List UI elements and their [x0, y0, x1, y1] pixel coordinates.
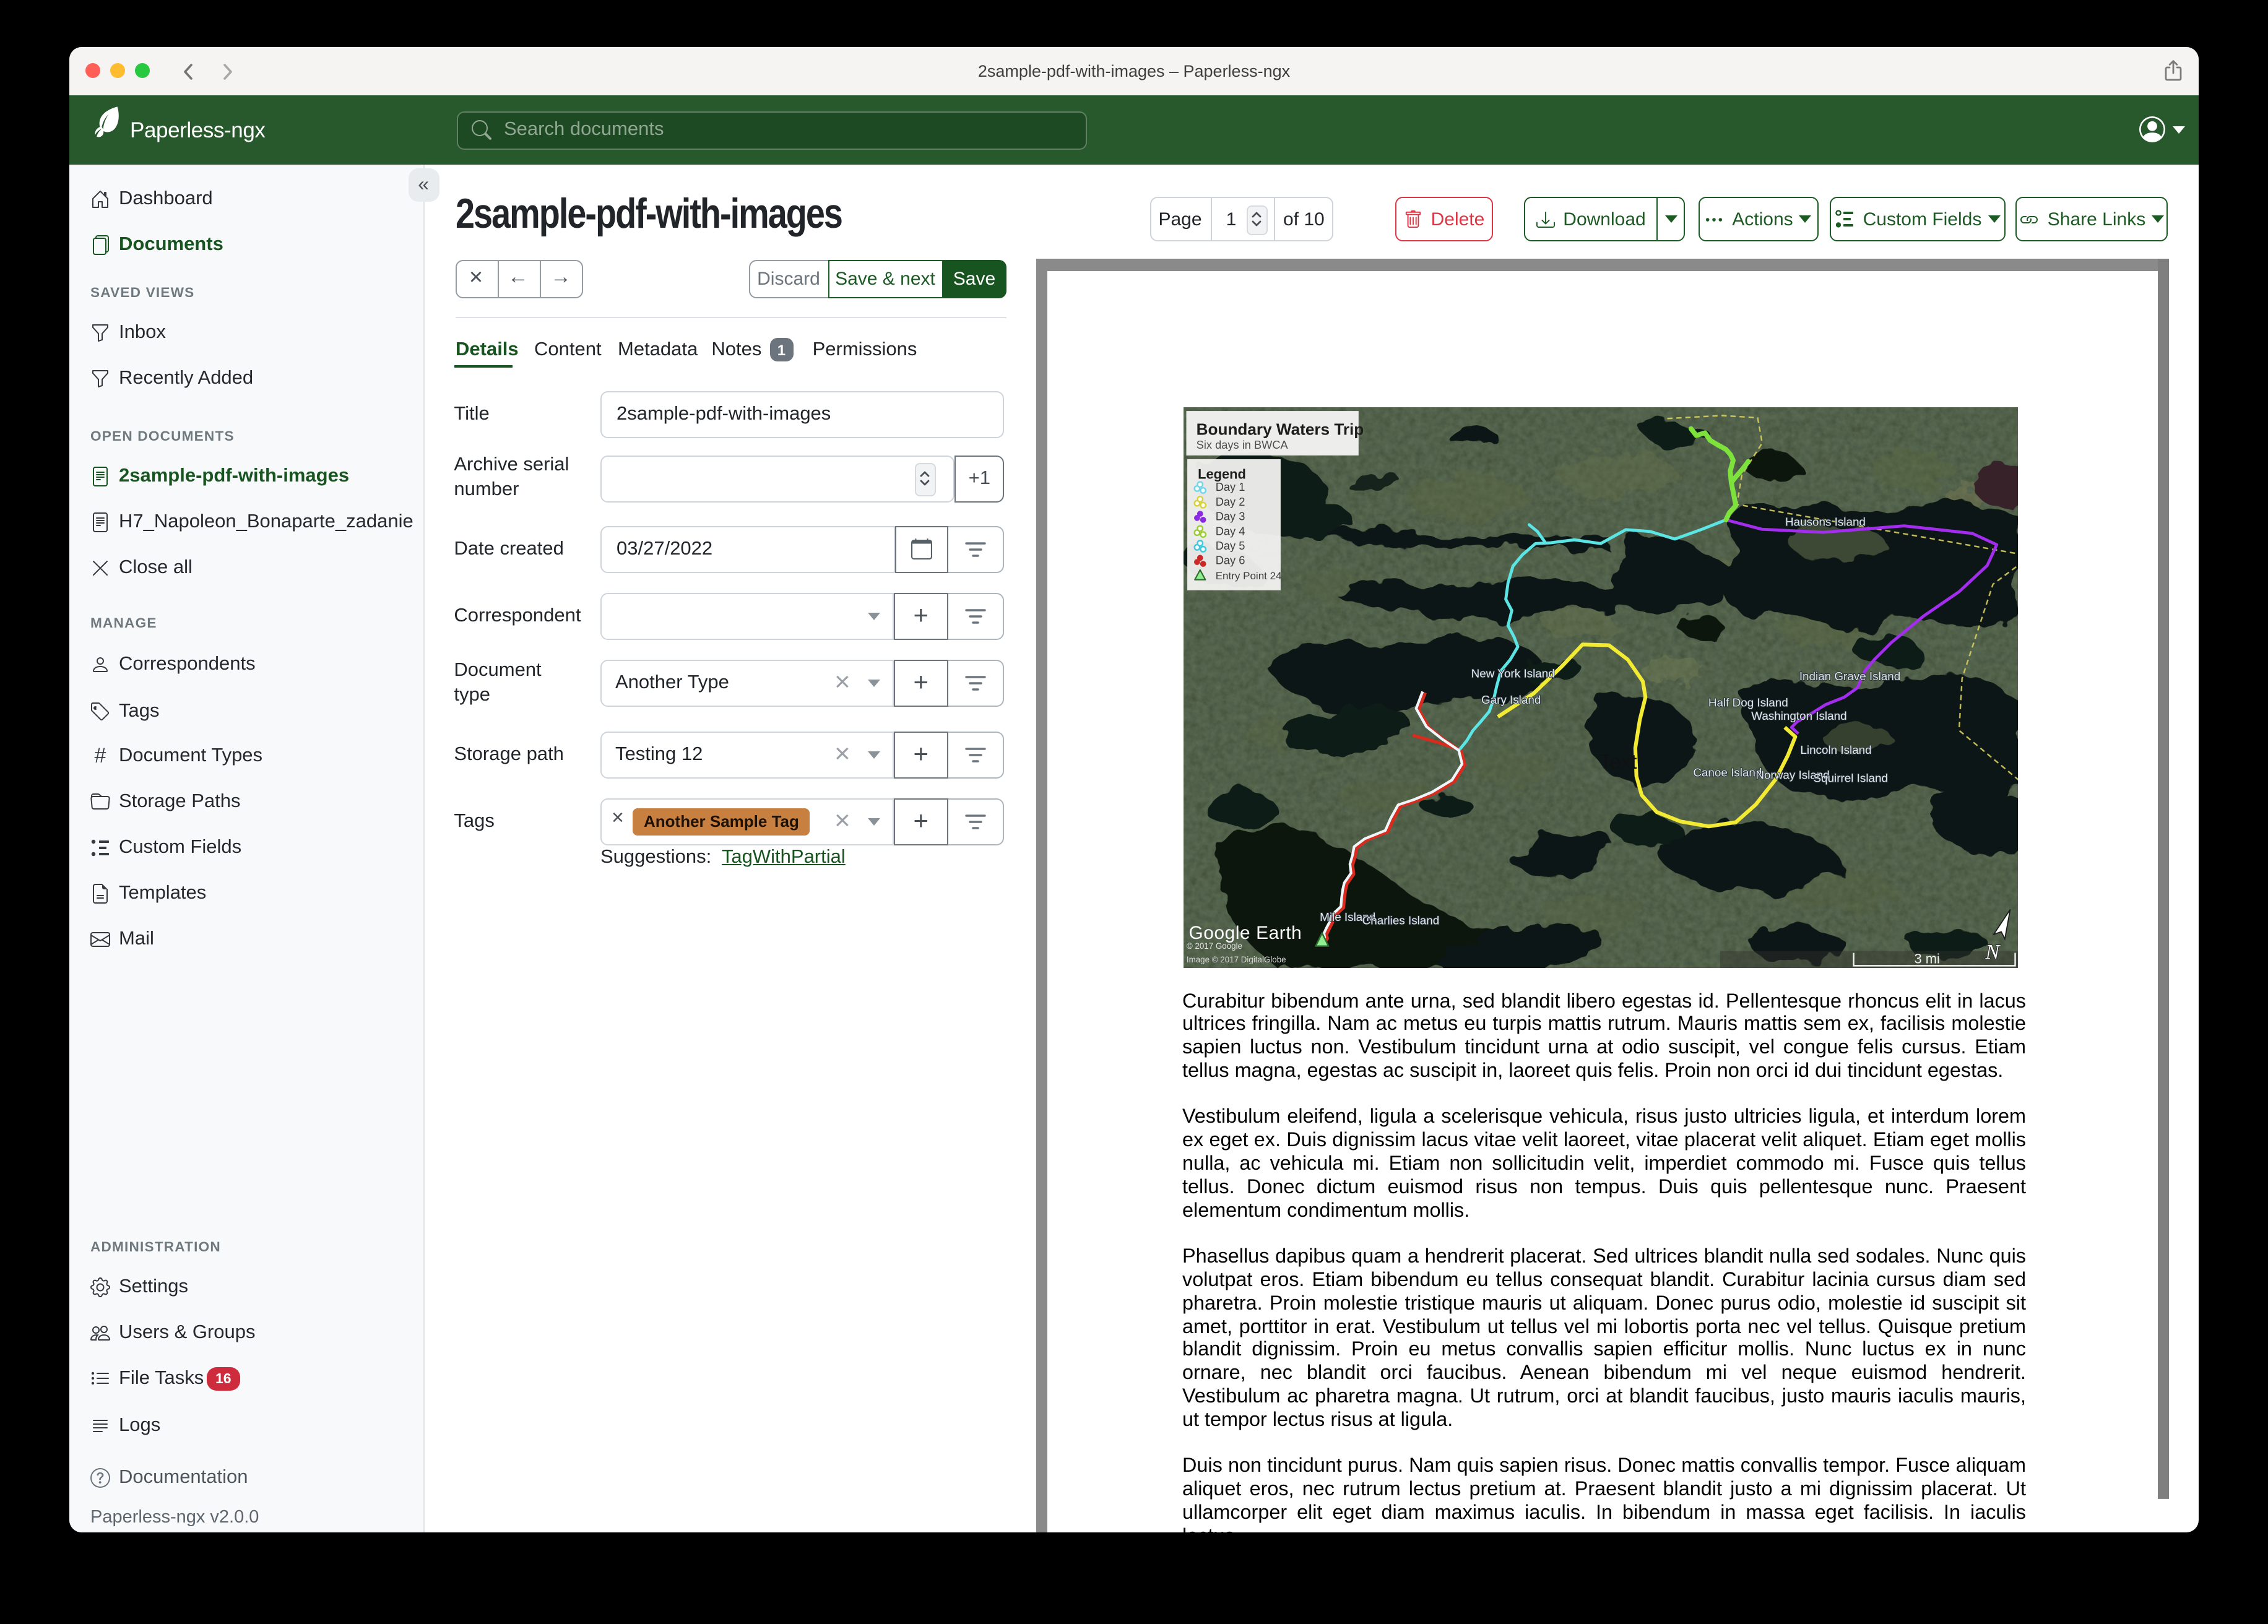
- svg-text:Lincoln Island: Lincoln Island: [1799, 743, 1871, 756]
- svg-text:Day 4: Day 4: [1215, 524, 1245, 537]
- svg-text:Day 1: Day 1: [1215, 480, 1245, 493]
- svg-text:3 mi: 3 mi: [1914, 951, 1939, 967]
- svg-text:Day 5: Day 5: [1215, 539, 1245, 552]
- svg-text:Indian Grave Island: Indian Grave Island: [1799, 670, 1900, 683]
- svg-text:Boundary Waters Trip: Boundary Waters Trip: [1196, 420, 1364, 438]
- svg-text:Image © 2017 DigitalGlobe: Image © 2017 DigitalGlobe: [1186, 955, 1286, 964]
- svg-text:Legend: Legend: [1197, 467, 1245, 482]
- svg-text:New York Island: New York Island: [1471, 667, 1554, 680]
- svg-text:Gary Island: Gary Island: [1481, 693, 1540, 706]
- svg-text:Half Dog Island: Half Dog Island: [1708, 696, 1788, 709]
- svg-text:Day 3: Day 3: [1215, 510, 1245, 523]
- svg-text:Day 2: Day 2: [1215, 495, 1245, 508]
- svg-text:Charlies Island: Charlies Island: [1362, 914, 1439, 926]
- svg-text:Google Earth: Google Earth: [1188, 923, 1302, 943]
- svg-text:Hausons Island: Hausons Island: [1785, 516, 1865, 529]
- svg-text:Squirrel Island: Squirrel Island: [1813, 771, 1887, 784]
- svg-text:Canoe Island: Canoe Island: [1692, 766, 1761, 779]
- svg-text:Day 6: Day 6: [1215, 554, 1245, 567]
- svg-text:Six days in BWCA: Six days in BWCA: [1196, 438, 1288, 451]
- svg-text:Entry Point 24: Entry Point 24: [1215, 570, 1281, 582]
- svg-text:N: N: [1984, 941, 2000, 964]
- svg-text:© 2017 Google: © 2017 Google: [1186, 941, 1242, 951]
- svg-text:Washington Island: Washington Island: [1751, 709, 1846, 722]
